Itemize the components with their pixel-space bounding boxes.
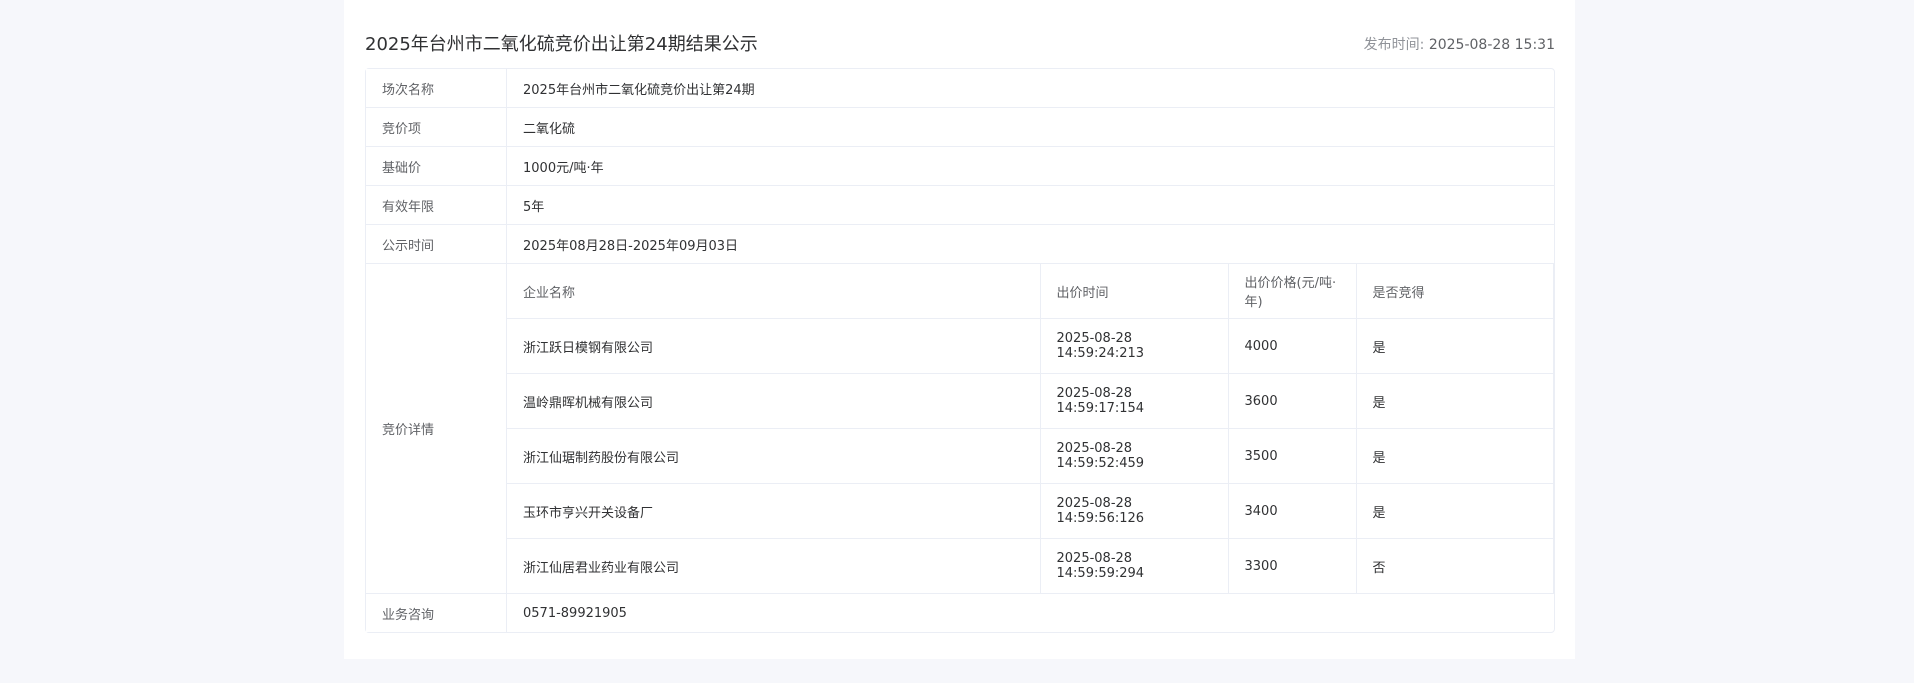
label-base-price: 基础价 (366, 147, 507, 185)
value-bid-item: 二氧化硫 (523, 121, 576, 137)
cell-bid-time: 2025-08-28 14:59:59:294 (1040, 538, 1229, 594)
label-consult: 业务咨询 (366, 594, 507, 632)
label-bid-item: 竞价项 (366, 108, 507, 146)
bid-results-table: 企业名称 出价时间 出价价格(元/吨·年) 是否竞得 浙江跃日模钢有限公司 20… (507, 264, 1554, 594)
cell-company: 浙江仙居君业药业有限公司 (507, 538, 1041, 594)
label-session-name: 场次名称 (366, 69, 507, 107)
table-row: 浙江跃日模钢有限公司 2025-08-28 14:59:24:213 4000 … (507, 318, 1554, 374)
table-row: 浙江仙居君业药业有限公司 2025-08-28 14:59:59:294 330… (507, 538, 1554, 594)
cell-won: 是 (1356, 318, 1554, 374)
publish-time-label: 发布时间: (1363, 37, 1425, 53)
cell-bid-price: 3500 (1228, 428, 1357, 484)
cell-company: 温岭鼎晖机械有限公司 (507, 373, 1041, 429)
cell-won: 是 (1356, 483, 1554, 539)
cell-bid-price: 3400 (1228, 483, 1357, 539)
table-row: 浙江仙琚制药股份有限公司 2025-08-28 14:59:52:459 350… (507, 428, 1554, 484)
cell-company: 浙江跃日模钢有限公司 (507, 318, 1041, 374)
cell-company: 浙江仙琚制药股份有限公司 (507, 428, 1041, 484)
cell-bid-time: 2025-08-28 14:59:24:213 (1040, 318, 1229, 374)
cell-bid-time: 2025-08-28 14:59:52:459 (1040, 428, 1229, 484)
cell-bid-price: 4000 (1228, 318, 1357, 374)
cell-bid-time: 2025-08-28 14:59:17:154 (1040, 373, 1229, 429)
info-table: 场次名称 2025年台州市二氧化硫竞价出让第24期 竞价项 二氧化硫 基础价 1… (365, 68, 1555, 633)
table-row: 玉环市亨兴开关设备厂 2025-08-28 14:59:56:126 3400 … (507, 483, 1554, 539)
table-row: 温岭鼎晖机械有限公司 2025-08-28 14:59:17:154 3600 … (507, 373, 1554, 429)
row-bid-details: 竞价详情 企业名称 出价时间 出价价格(元/吨·年) 是否竞得 浙江跃日模钢有限… (366, 264, 1554, 594)
cell-won: 是 (1356, 428, 1554, 484)
value-consult: 0571-89921905 (523, 605, 627, 621)
row-bid-item: 竞价项 二氧化硫 (366, 108, 1554, 147)
bid-header-row: 企业名称 出价时间 出价价格(元/吨·年) 是否竞得 (507, 264, 1554, 319)
value-session-name: 2025年台州市二氧化硫竞价出让第24期 (523, 82, 755, 98)
row-notice-period: 公示时间 2025年08月28日-2025年09月03日 (366, 225, 1554, 264)
label-bid-details: 竞价详情 (366, 264, 507, 593)
row-consult: 业务咨询 0571-89921905 (366, 594, 1554, 632)
value-base-price: 1000元/吨·年 (523, 160, 604, 176)
cell-bid-time: 2025-08-28 14:59:56:126 (1040, 483, 1229, 539)
publish-time-value: 2025-08-28 15:31 (1428, 37, 1555, 53)
value-bid-details: 企业名称 出价时间 出价价格(元/吨·年) 是否竞得 浙江跃日模钢有限公司 20… (507, 264, 1554, 594)
label-notice-period: 公示时间 (366, 225, 507, 263)
value-valid-years: 5年 (523, 199, 545, 215)
cell-bid-price: 3300 (1228, 538, 1357, 594)
cell-company: 玉环市亨兴开关设备厂 (507, 483, 1041, 539)
row-base-price: 基础价 1000元/吨·年 (366, 147, 1554, 186)
header-bid-price: 出价价格(元/吨·年) (1228, 264, 1357, 319)
header-company: 企业名称 (507, 264, 1041, 319)
publish-time: 发布时间: 2025-08-28 15:31 (1364, 34, 1555, 54)
cell-won: 否 (1356, 538, 1554, 594)
header-bid-time: 出价时间 (1040, 264, 1229, 319)
label-valid-years: 有效年限 (366, 186, 507, 224)
value-notice-period: 2025年08月28日-2025年09月03日 (523, 238, 739, 254)
header-won: 是否竞得 (1356, 264, 1554, 319)
cell-bid-price: 3600 (1228, 373, 1357, 429)
page-header: 2025年台州市二氧化硫竞价出让第24期结果公示 发布时间: 2025-08-2… (365, 26, 1555, 60)
cell-won: 是 (1356, 373, 1554, 429)
row-valid-years: 有效年限 5年 (366, 186, 1554, 225)
page-title: 2025年台州市二氧化硫竞价出让第24期结果公示 (365, 34, 758, 55)
row-session-name: 场次名称 2025年台州市二氧化硫竞价出让第24期 (366, 69, 1554, 108)
